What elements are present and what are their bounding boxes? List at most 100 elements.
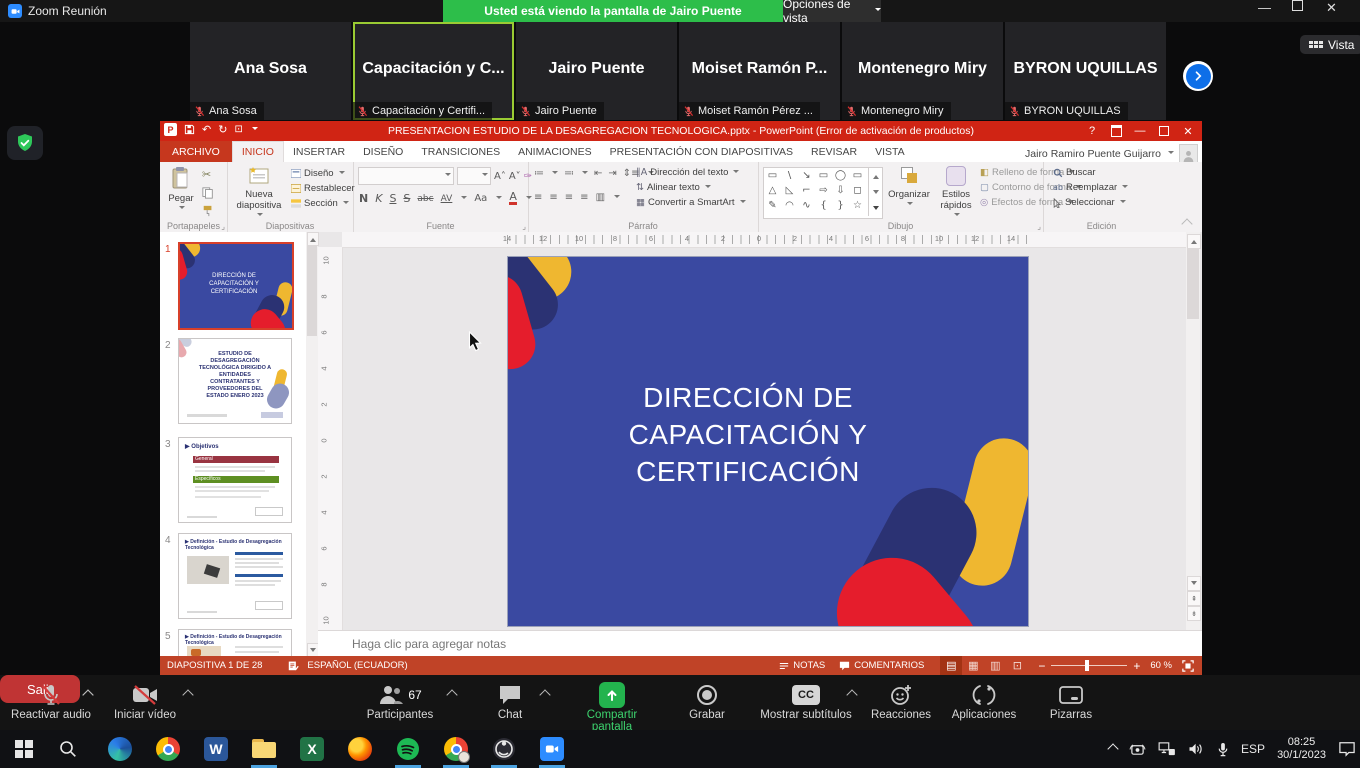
slide-scrollbar[interactable]: ⇞ ⇟ bbox=[1186, 232, 1200, 630]
replace-button[interactable]: abReemplazar bbox=[1053, 182, 1128, 193]
minimize-button[interactable]: — bbox=[1258, 0, 1292, 22]
tray-volume-icon[interactable] bbox=[1188, 742, 1205, 756]
zoom-out-button[interactable]: − bbox=[1038, 659, 1045, 673]
customize-qat-icon[interactable] bbox=[252, 127, 258, 133]
captions-button[interactable]: CC Mostrar subtítulos bbox=[752, 681, 860, 721]
notes-pane[interactable]: Haga clic para agregar notas bbox=[318, 630, 1202, 656]
gallery-more-icon[interactable] bbox=[873, 206, 879, 213]
thumbnail-slide-5[interactable]: ▶ Definición - Estudio de Desagregación … bbox=[178, 629, 292, 657]
new-slide-button[interactable]: Nueva diapositiva bbox=[231, 166, 287, 222]
shapes-gallery[interactable]: ▭\↘▭◯▭ △◺⌐⇨⇩◻ ✎◠∿{}☆ bbox=[763, 167, 883, 219]
taskbar-firefox-icon[interactable] bbox=[346, 735, 374, 763]
fit-to-window-icon[interactable] bbox=[1182, 660, 1194, 672]
tab-animaciones[interactable]: ANIMACIONES bbox=[509, 141, 601, 162]
italic-button[interactable]: K bbox=[375, 192, 382, 205]
text-direction-button[interactable]: ∥ADirección del texto bbox=[636, 167, 746, 178]
align-left-button[interactable]: ≡ bbox=[534, 192, 542, 203]
help-button[interactable]: ? bbox=[1080, 121, 1104, 141]
find-button[interactable]: Buscar bbox=[1053, 167, 1128, 178]
thumbnail-scrollbar[interactable] bbox=[306, 232, 318, 656]
meeting-security-badge[interactable] bbox=[7, 126, 43, 160]
tray-expand-icon[interactable] bbox=[1107, 743, 1118, 754]
tab-presentacion[interactable]: PRESENTACIÓN CON DIAPOSITIVAS bbox=[601, 141, 802, 162]
cut-icon[interactable]: ✂ bbox=[202, 168, 214, 181]
vista-button[interactable]: Vista bbox=[1300, 35, 1360, 54]
tab-archivo[interactable]: ARCHIVO bbox=[160, 141, 232, 162]
participant-tile[interactable]: Jairo Puente Jairo Puente bbox=[516, 22, 677, 120]
tab-transiciones[interactable]: TRANSICIONES bbox=[412, 141, 509, 162]
increase-font-icon[interactable]: A˄ bbox=[494, 171, 506, 182]
next-slide-button[interactable]: ⇟ bbox=[1187, 606, 1201, 621]
zoom-slider[interactable] bbox=[1051, 665, 1127, 666]
strikethrough-button[interactable]: S bbox=[403, 192, 410, 205]
underline-button[interactable]: S bbox=[389, 192, 396, 205]
taskbar-file-explorer-icon[interactable] bbox=[250, 735, 278, 763]
taskbar-chrome-profile-icon[interactable] bbox=[442, 735, 470, 763]
ppt-restore-button[interactable] bbox=[1152, 121, 1176, 141]
taskbar-zoom-icon[interactable] bbox=[538, 735, 566, 763]
convert-smartart-button[interactable]: ▦Convertir a SmartArt bbox=[636, 197, 746, 208]
font-size-combobox[interactable] bbox=[457, 167, 491, 185]
tab-diseno[interactable]: DISEÑO bbox=[354, 141, 412, 162]
participant-tile[interactable]: Montenegro Miry Montenegro Miry bbox=[842, 22, 1003, 120]
taskbar-chrome-icon[interactable] bbox=[154, 735, 182, 763]
justify-button[interactable]: ≡ bbox=[580, 192, 588, 203]
apps-button[interactable]: Aplicaciones bbox=[939, 681, 1029, 721]
scroll-down-button[interactable] bbox=[1187, 576, 1201, 591]
participant-tile[interactable]: Moiset Ramón P... Moiset Ramón Pérez ... bbox=[679, 22, 840, 120]
tab-insertar[interactable]: INSERTAR bbox=[284, 141, 354, 162]
slideshow-button[interactable]: ⊡ bbox=[1006, 656, 1028, 675]
language-indicator[interactable]: ESP bbox=[1241, 742, 1265, 756]
previous-slide-button[interactable]: ⇞ bbox=[1187, 591, 1201, 606]
slide-canvas[interactable]: DIRECCIÓN DE CAPACITACIÓN Y CERTIFICACIÓ… bbox=[507, 256, 1029, 627]
arrange-button[interactable]: Organizar bbox=[886, 166, 932, 211]
section-button[interactable]: Sección bbox=[291, 198, 355, 209]
notes-toggle[interactable]: NOTAS bbox=[779, 660, 825, 671]
participant-tile-active-speaker[interactable]: Capacitación y C... Capacitación y Certi… bbox=[353, 22, 514, 120]
numbering-button[interactable]: ≕ bbox=[564, 168, 574, 179]
columns-button[interactable]: ▥ bbox=[596, 192, 605, 203]
taskbar-search-button[interactable] bbox=[54, 735, 82, 763]
slide-sorter-button[interactable]: ▦ bbox=[962, 656, 984, 675]
slide-title[interactable]: DIRECCIÓN DE CAPACITACIÓN Y CERTIFICACIÓ… bbox=[598, 379, 898, 490]
participant-tile[interactable]: Ana Sosa Ana Sosa bbox=[190, 22, 351, 120]
bold-button[interactable]: N bbox=[359, 192, 368, 205]
language-status[interactable]: ESPAÑOL (ECUADOR) bbox=[307, 660, 407, 671]
tray-network-icon[interactable] bbox=[1158, 742, 1176, 756]
copy-icon[interactable] bbox=[202, 187, 214, 199]
align-center-button[interactable]: ≡ bbox=[549, 192, 557, 203]
slideshow-icon[interactable]: ⊡ bbox=[234, 124, 242, 135]
taskbar-edge-icon[interactable] bbox=[106, 735, 134, 763]
start-video-button[interactable]: Iniciar vídeo bbox=[100, 681, 190, 721]
decrease-indent-button[interactable]: ⇤ bbox=[594, 168, 602, 179]
participants-button[interactable]: 67 Participantes bbox=[355, 681, 445, 721]
whiteboards-button[interactable]: Pizarras bbox=[1026, 681, 1116, 721]
font-color-button[interactable]: A bbox=[509, 192, 517, 205]
close-button[interactable]: ✕ bbox=[1326, 0, 1360, 22]
save-icon[interactable] bbox=[184, 124, 195, 135]
scroll-up-button[interactable] bbox=[1187, 234, 1201, 249]
taskbar-spotify-icon[interactable] bbox=[394, 735, 422, 763]
gallery-down-icon[interactable] bbox=[873, 190, 879, 197]
select-button[interactable]: Seleccionar bbox=[1053, 197, 1128, 208]
unmute-button[interactable]: Reactivar audio bbox=[6, 681, 96, 721]
tray-screenrec-icon[interactable] bbox=[1129, 742, 1146, 757]
taskbar-obs-icon[interactable] bbox=[490, 735, 518, 763]
paste-button[interactable]: Pegar bbox=[164, 166, 198, 215]
zoom-level[interactable]: 60 % bbox=[1150, 660, 1172, 671]
bullets-button[interactable]: ≔ bbox=[534, 168, 544, 179]
ppt-close-button[interactable]: ✕ bbox=[1176, 121, 1200, 141]
format-painter-icon[interactable] bbox=[202, 205, 214, 217]
thumbnail-slide-4[interactable]: ▶ Definición - Estudio de Desagregación … bbox=[178, 533, 292, 619]
action-center-icon[interactable] bbox=[1338, 741, 1356, 757]
thumbnail-slide-2[interactable]: ESTUDIO DE DESAGREGACIÓN TECNOLÓGICA DIR… bbox=[178, 338, 292, 424]
font-name-combobox[interactable] bbox=[358, 167, 454, 185]
reset-button[interactable]: Restablecer bbox=[291, 183, 355, 194]
participants-options-chevron[interactable] bbox=[446, 689, 457, 700]
change-case-button[interactable]: Aa bbox=[474, 193, 487, 204]
undo-icon[interactable]: ↶ bbox=[202, 123, 211, 136]
thumbnail-slide-3[interactable]: ▶ Objetivos General Específicos bbox=[178, 437, 292, 523]
share-screen-button[interactable]: Compartir pantalla bbox=[567, 681, 657, 733]
scrollbar-thumb[interactable] bbox=[1187, 249, 1199, 319]
layout-button[interactable]: Diseño bbox=[291, 168, 355, 179]
